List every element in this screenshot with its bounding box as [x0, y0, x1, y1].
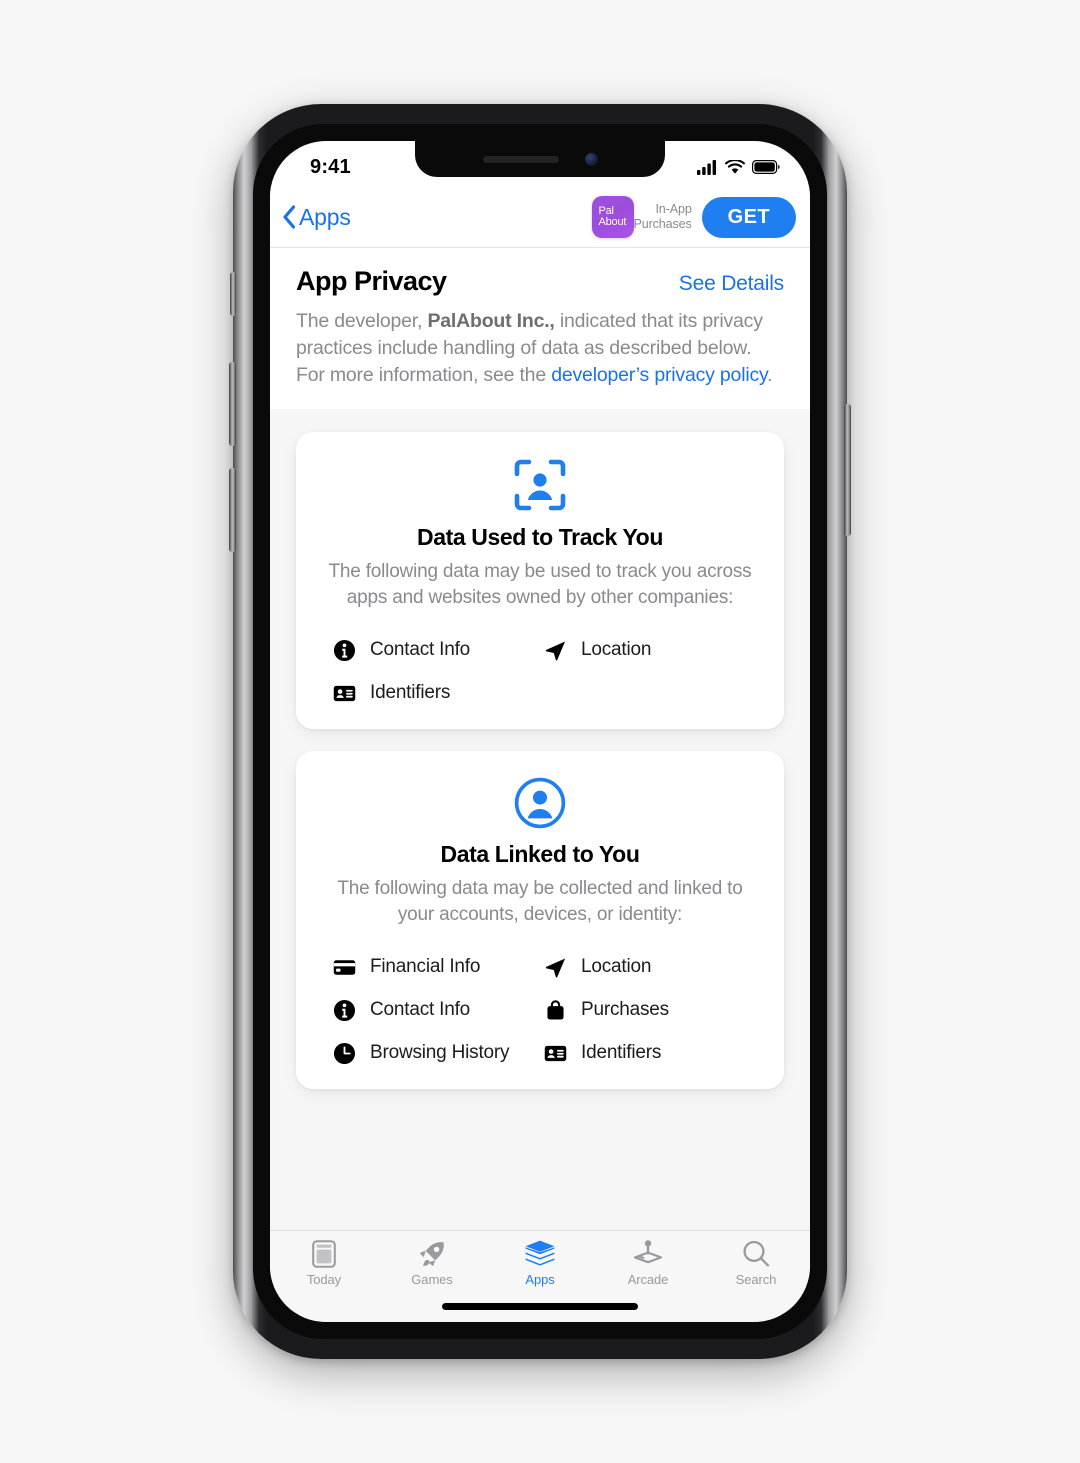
id-card-icon — [332, 681, 356, 705]
privacy-policy-link[interactable]: developer’s privacy policy — [551, 364, 767, 386]
data-item-label: Contact Info — [370, 639, 471, 660]
data-item: Browsing History — [332, 1041, 537, 1065]
data-item: Identifiers — [332, 681, 537, 705]
front-camera-icon — [584, 152, 598, 166]
see-details-link[interactable]: See Details — [679, 272, 784, 296]
data-item-label: Purchases — [581, 999, 669, 1020]
desc-end: . — [767, 364, 773, 386]
cellular-signal-icon — [697, 159, 716, 175]
data-category-grid: Financial Info Location Contact Info Pur… — [318, 955, 762, 1065]
card-title: Data Linked to You — [440, 841, 640, 867]
card-subtitle: The following data may be collected and … — [337, 878, 743, 925]
tab-label: Apps — [525, 1272, 555, 1287]
person-circle-icon — [514, 777, 566, 829]
tab-label: Search — [735, 1272, 777, 1287]
layers-stack-icon — [524, 1239, 556, 1269]
tab-games[interactable]: Games — [378, 1239, 486, 1287]
data-item: Contact Info — [332, 638, 537, 662]
data-item-label: Contact Info — [370, 999, 471, 1020]
card-data-linked-to-you: Data Linked to You The following data ma… — [296, 751, 784, 1089]
silent-switch-button[interactable] — [230, 272, 236, 316]
tab-label: Arcade — [627, 1272, 669, 1287]
privacy-cards: Data Used to Track You The following dat… — [270, 409, 810, 1230]
desc-developer-name: PalAbout Inc., — [427, 310, 555, 332]
magnifier-icon — [741, 1239, 771, 1269]
data-item: Location — [543, 638, 748, 662]
card-data-used-to-track-you: Data Used to Track You The following dat… — [296, 432, 784, 729]
phone-screen: 9:41 Apps Pal About In-App Purchases GET… — [270, 141, 810, 1322]
tab-label: Games — [411, 1272, 453, 1287]
back-button-label: Apps — [299, 203, 351, 230]
location-arrow-icon — [543, 955, 567, 979]
volume-up-button[interactable] — [229, 362, 236, 446]
person-in-viewfinder-icon — [514, 459, 566, 511]
today-card-icon — [311, 1239, 337, 1269]
id-card-icon — [543, 1041, 567, 1065]
card-icon-wrap — [318, 777, 762, 829]
app-icon-line2: About — [598, 216, 627, 228]
tab-today[interactable]: Today — [270, 1239, 378, 1287]
page-title: App Privacy — [296, 266, 447, 296]
data-item: Identifiers — [543, 1041, 748, 1065]
data-item: Contact Info — [332, 998, 537, 1022]
data-item-label: Browsing History — [370, 1042, 510, 1063]
iphone-device-mockup: 9:41 Apps Pal About In-App Purchases GET… — [229, 104, 851, 1359]
shopping-bag-icon — [543, 998, 567, 1022]
rocket-icon — [417, 1239, 447, 1269]
data-item-label: Location — [581, 956, 652, 977]
app-privacy-header: App Privacy See Details — [270, 248, 810, 297]
data-item: Financial Info — [332, 955, 537, 979]
battery-icon — [752, 160, 780, 174]
iap-line1: In-App — [655, 202, 692, 216]
info-circle-icon — [332, 998, 356, 1022]
navigation-bar: Apps Pal About In-App Purchases GET — [270, 187, 810, 247]
data-item-label: Location — [581, 639, 652, 660]
wifi-icon — [725, 159, 745, 174]
volume-down-button[interactable] — [229, 468, 236, 552]
home-indicator[interactable] — [442, 1303, 638, 1310]
info-circle-icon — [332, 638, 356, 662]
tab-label: Today — [306, 1272, 342, 1287]
data-category-grid: Contact Info Location Identifiers — [318, 638, 762, 705]
clock-icon — [332, 1041, 356, 1065]
card-subtitle: The following data may be used to track … — [328, 561, 752, 608]
get-button[interactable]: GET — [701, 196, 796, 238]
data-item: Purchases — [543, 998, 748, 1022]
tab-search[interactable]: Search — [702, 1239, 810, 1287]
palabout-app-icon[interactable]: Pal About — [591, 196, 634, 238]
status-icons — [697, 159, 780, 175]
card-title: Data Used to Track You — [417, 524, 663, 550]
privacy-description: The developer, PalAbout Inc., indicated … — [270, 297, 810, 389]
data-item-label: Identifiers — [370, 682, 451, 703]
tab-arcade[interactable]: Arcade — [594, 1239, 702, 1287]
data-item-label: Financial Info — [370, 956, 481, 977]
power-button[interactable] — [844, 404, 851, 536]
app-privacy-content[interactable]: App Privacy See Details The developer, P… — [270, 248, 810, 1230]
iap-line2: Purchases — [633, 217, 692, 231]
back-button[interactable]: Apps — [282, 204, 351, 231]
chevron-left-icon — [283, 205, 296, 229]
earpiece-speaker-icon — [482, 155, 559, 163]
status-time: 9:41 — [310, 155, 351, 178]
nav-divider — [270, 247, 810, 248]
in-app-purchases-label: In-App Purchases — [634, 202, 692, 232]
nav-actions: In-App Purchases GET — [634, 196, 796, 238]
credit-card-icon — [332, 955, 356, 979]
location-arrow-icon — [543, 638, 567, 662]
data-item: Location — [543, 955, 748, 979]
card-icon-wrap — [318, 458, 762, 512]
arcade-joystick-icon — [632, 1239, 664, 1269]
tab-apps[interactable]: Apps — [486, 1239, 594, 1287]
data-item-label: Identifiers — [581, 1042, 662, 1063]
notch — [415, 141, 665, 177]
desc-part1: The developer, — [296, 310, 428, 332]
